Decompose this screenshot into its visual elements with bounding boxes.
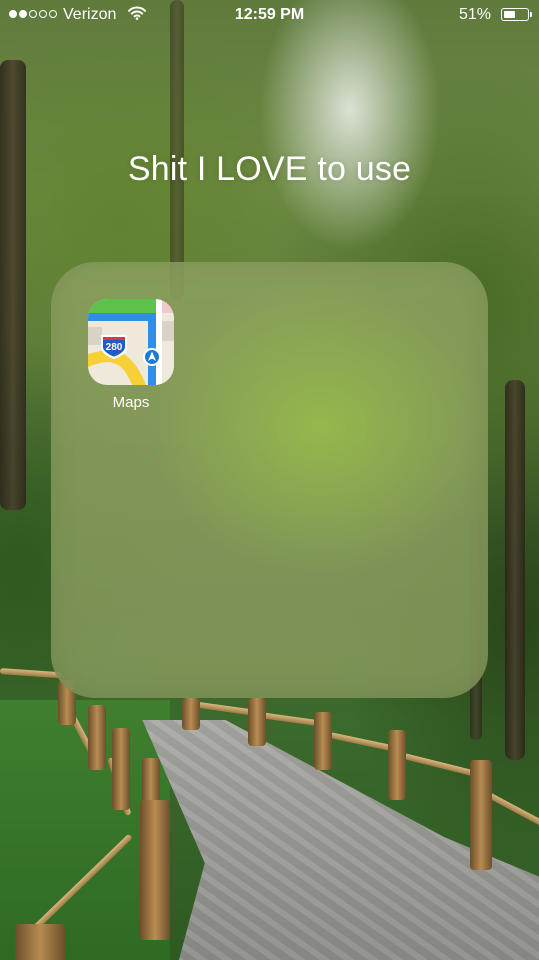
battery-level-fill	[503, 10, 515, 18]
interstate-shield-number: 280	[106, 342, 123, 353]
app-label: Maps	[112, 394, 150, 411]
folder-title[interactable]: Shit I LOVE to use	[0, 150, 539, 189]
folder-panel: 280 Maps	[51, 262, 488, 698]
battery-percentage: 51%	[458, 6, 491, 23]
battery-icon	[501, 8, 532, 21]
maps-icon[interactable]: 280	[88, 299, 174, 385]
status-bar: Verizon 12:59 PM 51%	[0, 0, 539, 30]
home-screen: Verizon 12:59 PM 51% Shit I LOVE to use	[0, 0, 539, 960]
app-maps[interactable]: 280 Maps	[88, 299, 174, 411]
